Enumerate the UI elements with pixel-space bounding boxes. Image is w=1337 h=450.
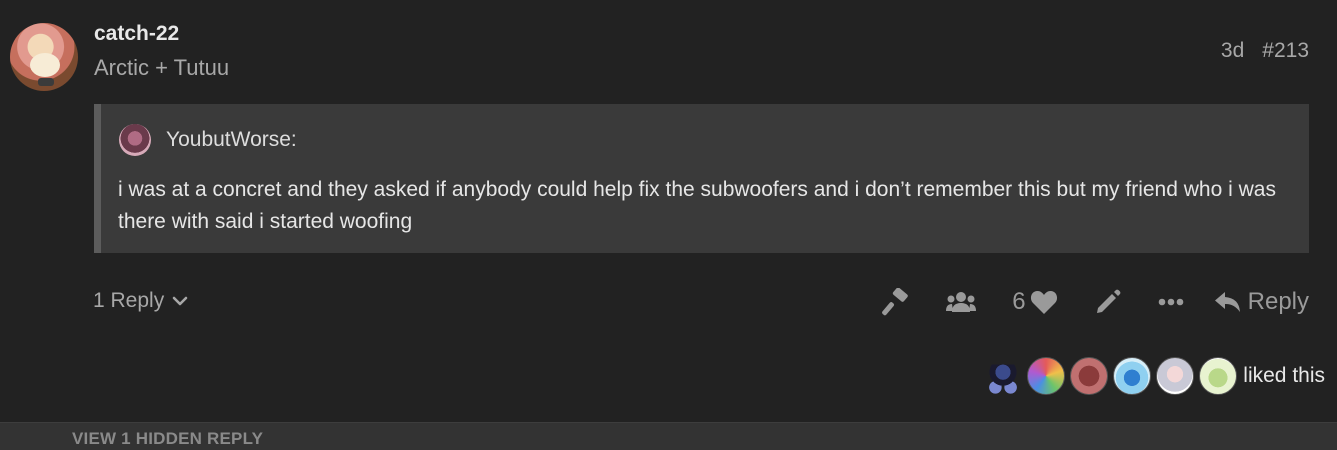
hidden-replies-bar: VIEW 1 HIDDEN REPLY [0,422,1337,450]
post-number-link[interactable]: #213 [1262,39,1309,63]
post-age-link[interactable]: 3d [1221,39,1244,63]
users-icon [946,292,977,312]
reply-label: Reply [1247,288,1309,315]
heart-icon [1030,291,1057,314]
quote-text: i was at a concret and they asked if any… [118,178,1276,233]
quote-block: YoubutWorse: i was at a concret and they… [94,104,1309,253]
view-hidden-reply-button[interactable]: VIEW 1 HIDDEN REPLY [72,429,263,449]
user-avatar-icon[interactable] [10,23,78,91]
quote-author-avatar-icon [119,124,151,156]
post-meta: 3d #213 [1221,39,1309,63]
liker-avatar[interactable] [984,357,1023,395]
quote-author: YoubutWorse: [166,128,297,151]
liker-avatar[interactable] [1199,357,1238,395]
user-title: Arctic + Tutuu [94,55,230,80]
more-options-button[interactable] [1158,298,1184,306]
liked-this-label: liked this [1243,364,1325,387]
like-button[interactable]: 6 [1012,288,1057,316]
avatar-bow [38,78,54,86]
chevron-down-icon [172,296,188,306]
edit-button[interactable] [1094,288,1122,316]
liker-avatar[interactable] [1113,357,1152,395]
replies-label: 1 Reply [93,289,165,312]
post-actions: 6 Reply [882,285,1309,319]
reply-arrow-icon [1214,292,1240,312]
reply-button[interactable]: Reply [1214,288,1309,316]
liker-avatar[interactable] [1027,357,1066,395]
username-link[interactable]: catch-22 [94,22,179,46]
replies-toggle-button[interactable]: 1 Reply [93,289,188,313]
avatar-face [30,53,60,77]
likers-list: liked this [979,357,1325,395]
post: catch-22 Arctic + Tutuu 3d #213 YoubutWo… [0,0,1337,420]
quote-header[interactable]: YoubutWorse: [119,124,297,156]
hammer-icon [882,288,909,316]
admin-wrench-button[interactable] [882,288,910,316]
group-button[interactable] [946,291,977,313]
like-count[interactable]: 6 [1012,288,1025,316]
liker-avatar[interactable] [1070,357,1109,395]
pencil-icon [1096,289,1121,313]
liker-avatar[interactable] [1156,357,1195,395]
ellipsis-icon [1158,298,1183,306]
